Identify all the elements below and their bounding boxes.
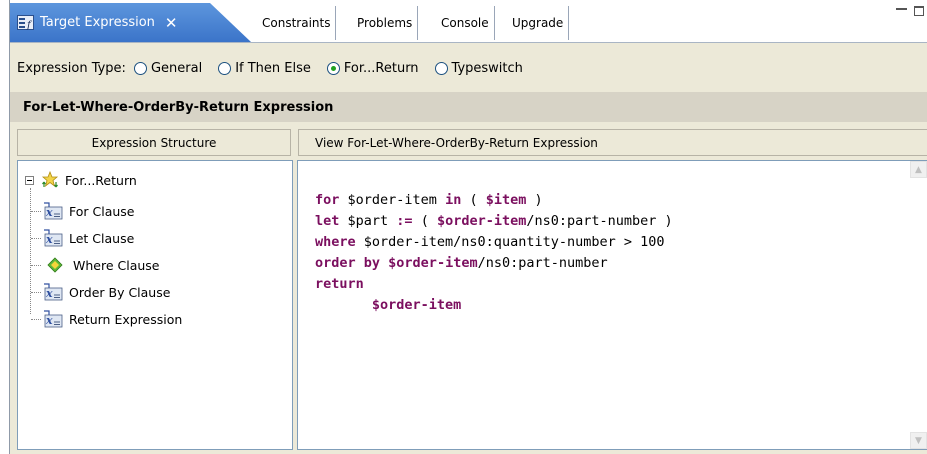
code-view[interactable]: for $order-item in ( $item ) let $part :=… bbox=[315, 190, 905, 316]
tab-problems[interactable]: Problems bbox=[352, 6, 419, 40]
tree-item-label: For Clause bbox=[69, 203, 135, 219]
scroll-up-icon[interactable]: ▲ bbox=[910, 161, 927, 178]
radio-if-then-else[interactable]: If Then Else bbox=[218, 61, 311, 76]
code-text: ) bbox=[526, 192, 543, 208]
code-line: return bbox=[315, 274, 905, 295]
code-text: $order-item/ns0:quantity-number > 100 bbox=[355, 234, 665, 250]
expression-structure-header: Expression Structure bbox=[17, 129, 291, 156]
radio-typeswitch-label: Typeswitch bbox=[451, 60, 523, 76]
tab-bar: f Target Expression ✕ Constraints Proble… bbox=[10, 0, 927, 43]
code-keyword: return bbox=[315, 276, 364, 292]
code-text: ( bbox=[461, 192, 486, 208]
tree-item-label: Where Clause bbox=[73, 257, 160, 273]
code-variable: $item bbox=[485, 192, 527, 208]
expression-structure-tree: For...Return x For Clause x Let Clause W… bbox=[17, 160, 293, 450]
target-expression-icon: f bbox=[17, 15, 34, 30]
tree-item-for-clause[interactable]: x For Clause bbox=[31, 200, 135, 222]
tree-item-label: Let Clause bbox=[69, 230, 135, 246]
code-line: let $part := ( $order-item/ns0:part-numb… bbox=[315, 211, 905, 232]
radio-circle[interactable] bbox=[133, 61, 147, 75]
radio-for-return[interactable]: For...Return bbox=[326, 60, 419, 76]
code-text: /ns0:part-number ) bbox=[526, 213, 673, 229]
code-text: $part bbox=[339, 213, 397, 229]
radio-for-return-label: For...Return bbox=[343, 60, 419, 76]
expression-type-label: Expression Type: bbox=[17, 60, 126, 76]
tab-target-expression[interactable]: f Target Expression ✕ bbox=[10, 3, 251, 42]
clause-icon: x bbox=[44, 229, 63, 247]
tree-branch-line bbox=[31, 291, 41, 293]
close-tab-icon[interactable]: ✕ bbox=[165, 14, 178, 32]
radio-typeswitch[interactable]: Typeswitch bbox=[434, 60, 523, 76]
svg-text:x: x bbox=[45, 314, 53, 327]
radio-general-label: General bbox=[150, 60, 203, 76]
code-keyword: let bbox=[315, 213, 340, 229]
code-keyword: := bbox=[396, 213, 413, 229]
svg-text:x: x bbox=[45, 206, 53, 219]
clause-icon: x bbox=[44, 310, 63, 328]
tab-upgrade[interactable]: Upgrade bbox=[507, 6, 570, 40]
expression-type-row: Expression Type: General If Then Else Fo… bbox=[10, 48, 927, 88]
tree-item-label: Return Expression bbox=[69, 311, 183, 327]
svg-text:x: x bbox=[45, 287, 53, 300]
editor-window: f Target Expression ✕ Constraints Proble… bbox=[9, 0, 927, 454]
code-line: for $order-item in ( $item ) bbox=[315, 190, 905, 211]
code-line: order by $order-item/ns0:part-number bbox=[315, 253, 905, 274]
tree-branch-line bbox=[31, 318, 41, 320]
tree-branch-line bbox=[31, 264, 41, 266]
maximize-icon[interactable] bbox=[914, 6, 924, 16]
clause-icon: x bbox=[44, 202, 63, 220]
tree-root-for-return[interactable]: For...Return bbox=[25, 171, 137, 189]
radio-circle-selected[interactable] bbox=[326, 61, 340, 75]
code-variable: $order-item bbox=[388, 255, 478, 271]
tree-item-let-clause[interactable]: x Let Clause bbox=[31, 227, 134, 249]
radio-circle[interactable] bbox=[218, 61, 232, 75]
tab-label: Target Expression bbox=[40, 15, 155, 30]
code-line: $order-item bbox=[315, 295, 905, 316]
svg-text:x: x bbox=[45, 233, 53, 246]
for-return-icon bbox=[41, 171, 59, 188]
code-keyword: in bbox=[445, 192, 462, 208]
code-line: where $order-item/ns0:quantity-number > … bbox=[315, 232, 905, 253]
view-expression-header: View For-Let-Where-OrderBy-Return Expres… bbox=[298, 129, 927, 156]
tree-item-return-expression[interactable]: x Return Expression bbox=[31, 308, 182, 330]
tree-item-order-by-clause[interactable]: x Order By Clause bbox=[31, 281, 170, 303]
code-keyword: for bbox=[315, 192, 340, 208]
tree-item-label: Order By Clause bbox=[69, 284, 171, 300]
tree-branch-line bbox=[31, 237, 41, 239]
vertical-scrollbar[interactable]: ▲ ▼ bbox=[910, 161, 927, 449]
section-title: For-Let-Where-OrderBy-Return Expression bbox=[10, 92, 927, 122]
code-text: ( bbox=[412, 213, 437, 229]
scroll-down-icon[interactable]: ▼ bbox=[910, 432, 927, 449]
clause-icon: x bbox=[44, 283, 63, 301]
minimize-icon[interactable] bbox=[896, 6, 907, 17]
code-text: /ns0:part-number bbox=[477, 255, 608, 271]
diamond-icon bbox=[47, 257, 63, 273]
code-text: $order-item bbox=[339, 192, 446, 208]
code-keyword: where bbox=[315, 234, 356, 250]
radio-general[interactable]: General bbox=[133, 60, 203, 76]
collapse-icon[interactable] bbox=[25, 175, 34, 185]
radio-circle[interactable] bbox=[434, 61, 448, 75]
tree-item-where-clause[interactable]: Where Clause bbox=[31, 254, 160, 276]
code-variable: $order-item bbox=[436, 213, 527, 229]
tree-root-label: For...Return bbox=[65, 172, 137, 188]
radio-if-then-else-label: If Then Else bbox=[235, 60, 311, 76]
tree-branch-line bbox=[31, 210, 41, 212]
code-variable: $order-item bbox=[371, 297, 462, 313]
expression-code-panel[interactable]: for $order-item in ( $item ) let $part :=… bbox=[297, 160, 927, 450]
tab-console[interactable]: Console bbox=[436, 6, 495, 40]
tab-constraints[interactable]: Constraints bbox=[257, 6, 337, 40]
code-keyword: order by bbox=[315, 255, 381, 271]
